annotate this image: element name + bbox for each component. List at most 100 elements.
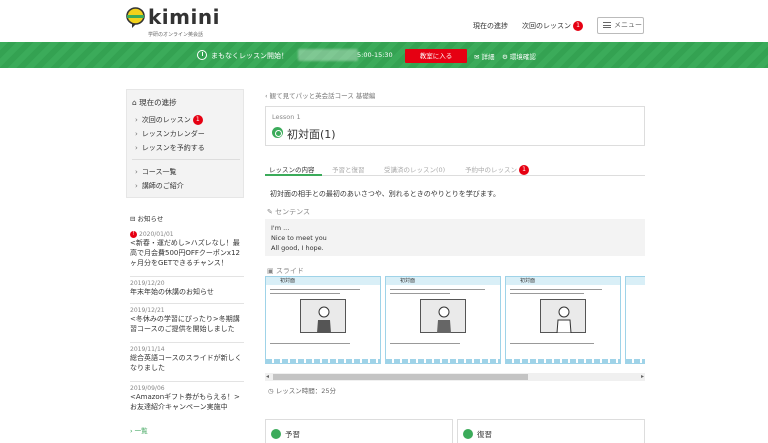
news-more-link[interactable]: › 一覧 (130, 425, 148, 435)
breadcrumb-label: 観て見てパッと英会話コース 基礎編 (269, 92, 376, 100)
news-divider (130, 276, 244, 277)
logo-tagline: 学研のオンライン英会話 (148, 32, 204, 38)
news-text: <Amazonギフト券がもらえる！>お友達紹介キャンペーン実施中 (130, 393, 240, 411)
nav-next-label: 次回のレッスン (522, 22, 571, 30)
tab-label: 予約中のレッスン (465, 166, 517, 174)
slide-scrollbar[interactable]: ◂ ▸ (265, 373, 645, 381)
news-item[interactable]: ! 2020/01/01 <新春・運だめし>ハズレなし！最高で月会費500円OFF… (130, 231, 244, 268)
scroll-right-icon[interactable]: ▸ (641, 373, 644, 380)
env-check-label: 環境確認 (509, 53, 536, 61)
sidebar-next-badge: 1 (192, 115, 203, 125)
sidebar-item-next-lesson[interactable]: 次回のレッスン1 (135, 115, 203, 125)
review-panel[interactable]: 復習 (457, 419, 645, 443)
review-label: 復習 (477, 430, 492, 439)
slide-head-label: 初対面 (280, 278, 296, 284)
breadcrumb[interactable]: ‹ 観て見てパッと英会話コース 基礎編 (265, 90, 375, 100)
lesson-tabs: レッスンの内容 予習と復習 受講済のレッスン(0) 予約中のレッスン 1 (265, 160, 645, 176)
sidebar-item-label: 次回のレッスン (141, 116, 191, 124)
news-date: 2019/09/06 (130, 385, 165, 392)
sidebar-title[interactable]: ⌂ 現在の進捗 (132, 97, 177, 108)
menu-button[interactable]: メニュー (597, 17, 644, 34)
slide-carousel[interactable]: 初対面 初対面 初対面 (265, 276, 645, 366)
sidebar-item-reserve[interactable]: レッスンを予約する (135, 143, 205, 153)
scroll-thumb[interactable] (273, 374, 528, 380)
pencil-icon (463, 429, 473, 439)
slide-thumbnail[interactable]: 初対面 (505, 276, 621, 364)
slide-thumbnail[interactable]: 初対面 (385, 276, 501, 364)
duration-label: レッスン時間：25分 (275, 387, 337, 395)
sentence-line: All good, I hope. (271, 244, 324, 252)
banner-message: まもなくレッスン開始！ (211, 52, 288, 60)
news-divider (130, 342, 244, 343)
banner-time: 5:00-15:30 (357, 51, 393, 59)
sentence-line: Nice to meet you (271, 234, 327, 242)
slide-heading: ▣ スライド (267, 267, 304, 275)
news-date: 2019/12/20 (130, 280, 165, 287)
new-icon: ! (130, 231, 137, 238)
kimini-logo[interactable]: kimini 学研のオンライン英会話 (126, 5, 246, 39)
slide-head-label: 初対面 (520, 278, 536, 284)
news-item[interactable]: 2019/12/21 <冬休みの学習にぴったり>冬期講習コースのご提供を開始しま… (130, 307, 244, 334)
sidebar-divider (132, 159, 240, 160)
logo-text: kimini (148, 5, 220, 29)
slide-illustration (300, 299, 346, 333)
header: kimini 学研のオンライン英会話 現在の進捗 次回のレッスン 1 メニュー (0, 0, 768, 42)
slide-thumbnail[interactable] (625, 276, 645, 364)
slide-illustration (540, 299, 586, 333)
blurred-teacher-name (298, 49, 358, 61)
detail-link[interactable]: ✉ 詳細 (474, 51, 495, 61)
lesson-icon (272, 127, 283, 138)
tab-completed-lessons[interactable]: 受講済のレッスン(0) (384, 164, 445, 174)
tab-reserved-lessons[interactable]: 予約中のレッスン 1 (465, 164, 529, 175)
sidebar-item-label: レッスンカレンダー (141, 130, 205, 138)
lesson-banner: まもなくレッスン開始！ 5:00-15:30 教室に入る ✉ 詳細 ⚙ 環境確認 (0, 42, 768, 68)
preview-label: 予習 (285, 430, 300, 439)
sentence-label: センテンス (275, 208, 310, 216)
news-divider (130, 381, 244, 382)
news-title: お知らせ (137, 215, 164, 223)
pencil-icon (271, 429, 281, 439)
news-item[interactable]: 2019/09/06 <Amazonギフト券がもらえる！>お友達紹介キャンペーン… (130, 385, 244, 412)
news-divider (130, 303, 244, 304)
lesson-number: Lesson 1 (272, 113, 301, 121)
tab-preview-review[interactable]: 予習と復習 (332, 164, 365, 174)
news-heading: ⊟ お知らせ (130, 215, 164, 223)
person-illustration (437, 306, 451, 333)
sidebar-item-calendar[interactable]: レッスンカレンダー (135, 129, 205, 139)
nav-current-progress[interactable]: 現在の進捗 (473, 21, 508, 31)
logo-icon (126, 7, 145, 28)
sidebar-menu: ⌂ 現在の進捗 次回のレッスン1 レッスンカレンダー レッスンを予約する コース… (126, 89, 244, 198)
sidebar-title-label: 現在の進捗 (139, 98, 177, 107)
active-tab-indicator (265, 174, 322, 176)
preview-panel[interactable]: 予習 (265, 419, 453, 443)
person-illustration (556, 306, 572, 333)
sidebar-item-courses[interactable]: コース一覧 (135, 167, 177, 177)
news-text: 総合英語コースのスライドが新しくなりました (130, 354, 242, 372)
enter-classroom-button[interactable]: 教室に入る (405, 49, 467, 63)
nav-next-lesson[interactable]: 次回のレッスン 1 (522, 21, 583, 31)
news-text: 年末年始の休講のお知らせ (130, 288, 214, 296)
person-illustration (317, 306, 331, 333)
news-text: <冬休みの学習にぴったり>冬期講習コースのご提供を開始しました (130, 315, 240, 333)
nav-next-badge: 1 (573, 21, 583, 31)
news-item[interactable]: 2019/11/14 総合英語コースのスライドが新しくなりました (130, 346, 244, 373)
sidebar-item-teachers[interactable]: 講師のご紹介 (135, 181, 184, 191)
slide-head-label: 初対面 (400, 278, 416, 284)
news-date: 2020/01/01 (139, 231, 174, 238)
slide-illustration (420, 299, 466, 333)
menu-label: メニュー (614, 21, 642, 29)
lesson-header: Lesson 1 初対面(1) (265, 106, 645, 146)
slide-thumbnail[interactable]: 初対面 (265, 276, 381, 364)
slide-label: スライド (275, 267, 304, 275)
scroll-left-icon[interactable]: ◂ (266, 373, 269, 380)
news-item[interactable]: 2019/12/20 年末年始の休講のお知らせ (130, 280, 244, 297)
env-check-link[interactable]: ⚙ 環境確認 (502, 51, 536, 61)
clock-icon (197, 50, 207, 60)
lesson-description: 初対面の相手との最初のあいさつや、別れるときのやりとりを学びます。 (270, 190, 501, 198)
sidebar-item-label: コース一覧 (141, 168, 177, 176)
hamburger-icon (603, 22, 611, 28)
sentence-heading: ✎ センテンス (267, 208, 310, 216)
sidebar-item-label: 講師のご紹介 (141, 182, 184, 190)
tab-lesson-content[interactable]: レッスンの内容 (269, 164, 315, 174)
news-date: 2019/12/21 (130, 307, 165, 314)
